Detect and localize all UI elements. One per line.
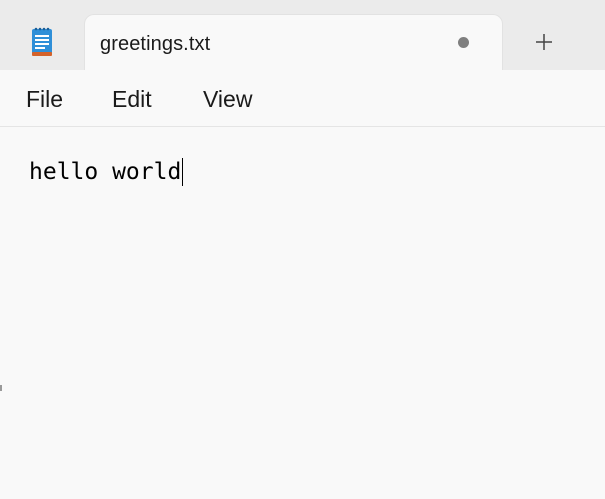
notepad-window: greetings.txt File Edit View hello world xyxy=(0,0,605,499)
menu-view[interactable]: View xyxy=(203,86,252,113)
menu-bar: File Edit View xyxy=(0,70,605,127)
tab-title: greetings.txt xyxy=(100,33,211,55)
resize-edge xyxy=(0,385,2,391)
menu-file[interactable]: File xyxy=(26,86,63,113)
editor-content[interactable]: hello world xyxy=(29,158,184,186)
unsaved-dot-icon[interactable] xyxy=(458,37,469,48)
editor-text-line: hello world xyxy=(29,159,182,185)
text-caret xyxy=(182,158,184,186)
tab-greetings[interactable]: greetings.txt xyxy=(85,15,502,70)
title-bar: greetings.txt xyxy=(0,0,605,70)
plus-icon xyxy=(536,34,552,50)
text-editor[interactable]: hello world xyxy=(0,127,605,499)
notepad-icon xyxy=(28,26,56,58)
menu-edit[interactable]: Edit xyxy=(112,86,152,113)
new-tab-button[interactable] xyxy=(522,24,566,60)
